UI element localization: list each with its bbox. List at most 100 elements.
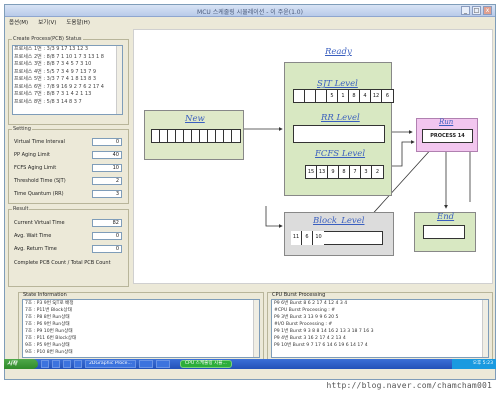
start-button[interactable]: 시작 <box>4 359 38 369</box>
queue-cell: 8 <box>349 90 360 102</box>
run-label: Run <box>439 118 454 126</box>
list-item[interactable]: 프로세스 5번 : 3/3 7 7 4 1 8 13 8 3 <box>13 76 122 84</box>
list-item[interactable]: 프로세스 4번 : 5/5 7 3 4 9 7 13 7 9 <box>13 69 122 77</box>
list-item[interactable]: 프로세스 3번 : 8/8 7 3 4 5 7 3 10 <box>13 61 122 69</box>
create-pcb-title: Create Process(PCB) Status <box>12 36 83 42</box>
setting-title: Setting <box>12 126 32 132</box>
list-item[interactable]: 프로세스 6번 : 7/8 9 16 9 2 7 6 2 17 4 <box>13 84 122 92</box>
queue-cell: 9 <box>328 166 339 178</box>
list-item[interactable]: 프로세스 7번 : 8/8 7 3 1 4 2 1 13 <box>13 91 122 99</box>
taskbar-item[interactable] <box>138 360 153 368</box>
state-info-group: State Information 7초 : P3 9번 SJT로 배정 7초 … <box>18 292 264 360</box>
log-line: 7초 : P11 6번 Block상태 <box>25 336 77 341</box>
taskbar-quick-icon[interactable] <box>52 360 60 368</box>
queue-cell <box>176 130 184 142</box>
close-button[interactable]: x <box>483 6 492 15</box>
pp-aging-limit-input[interactable]: 40 <box>92 151 122 159</box>
rr-queue <box>293 125 385 143</box>
log-line: P9 10번 Burst 9 7 17 6 14 6 19 6 14 17 4 <box>274 343 368 348</box>
left-panel: Create Process(PCB) Status 프로세스 1번 : 3/3… <box>8 27 129 289</box>
setting-group: Setting Virtual Time Interval 0 PP Aging… <box>8 126 129 204</box>
create-pcb-group: Create Process(PCB) Status 프로세스 1번 : 3/3… <box>8 36 129 125</box>
queue-cell <box>168 130 176 142</box>
setting-label: PP Aging Limit <box>14 152 50 158</box>
queue-cell <box>200 130 208 142</box>
list-item[interactable]: 프로세스 1번 : 3/3 9 17 13 12 3 <box>13 46 122 54</box>
window-title: MCU 스케줄링 시뮬레이션 - 이 주윤(1.0) <box>197 9 303 16</box>
queue-cell <box>305 90 316 102</box>
block-queue: 11 6 10 <box>291 231 383 245</box>
block-level-label: Block_Level <box>313 216 365 226</box>
result-row: Avg. Wait Time 0 <box>14 232 122 240</box>
menu-options[interactable]: 옵션(M) <box>9 18 28 26</box>
menu-view[interactable]: 보기(V) <box>38 18 56 26</box>
scheduling-diagram: Ready SJT Level 5 1 8 4 12 6 RR Level FC… <box>133 29 493 284</box>
setting-row: Threshold Time (SJT) 2 <box>14 177 122 185</box>
taskbar-item-active-app[interactable]: CPU 스케줄링 시뮬... <box>179 360 232 368</box>
menu-bar: 옵션(M) 보기(V) 도움말(H) <box>5 17 495 26</box>
pcb-status-list[interactable]: 프로세스 1번 : 3/3 9 17 13 12 3 프로세스 2번 : 8/8… <box>12 45 123 115</box>
end-queue <box>423 225 465 239</box>
result-label: Avg. Return Time <box>14 246 57 252</box>
cpu-burst-scrollbar[interactable] <box>482 300 488 357</box>
avg-return-time-value: 0 <box>92 245 122 253</box>
queue-cell: 6 <box>302 231 313 245</box>
queue-cell: 15 <box>306 166 317 178</box>
ready-label: Ready <box>325 47 352 57</box>
log-line: P9 1번 Burst 9 3 8 8 14 16 2 13 3 18 7 16… <box>274 329 374 334</box>
list-item[interactable]: 프로세스 8번 : 5/8 3 14 8 3 7 <box>13 99 122 107</box>
time-quantum-input[interactable]: 3 <box>92 190 122 198</box>
result-label: Avg. Wait Time <box>14 233 52 239</box>
taskbar-quick-icon[interactable] <box>63 360 71 368</box>
app-window: MCU 스케줄링 시뮬레이션 - 이 주윤(1.0) _ □ x 옵션(M) 보… <box>4 4 496 380</box>
queue-cell <box>208 130 216 142</box>
title-bar[interactable]: MCU 스케줄링 시뮬레이션 - 이 주윤(1.0) _ □ x <box>5 5 495 17</box>
queue-cell <box>152 130 160 142</box>
queue-cell: 6 <box>385 93 390 99</box>
avg-wait-time-value: 0 <box>92 232 122 240</box>
log-line: P9 4번 Burst 3 16 2 17 4 2 13 4 <box>274 336 346 341</box>
setting-row: Time Quantum (RR) 3 <box>14 190 122 198</box>
cpu-burst-group: CPU Burst Processing P9 6번 Burst 8 6 2 1… <box>267 292 493 360</box>
current-virtual-time-value: 82 <box>92 219 122 227</box>
maximize-button[interactable]: □ <box>472 6 481 15</box>
queue-cell <box>184 130 192 142</box>
minimize-button[interactable]: _ <box>461 6 470 15</box>
log-line: #I/O Burst Processing : # <box>274 322 333 327</box>
setting-label: FCFS Aging Limit <box>14 165 57 171</box>
setting-row: FCFS Aging Limit 10 <box>14 164 122 172</box>
end-box: End <box>414 212 476 252</box>
fcfs-queue: 15 13 9 8 7 3 2 <box>305 165 384 179</box>
result-label: Current Virtual Time <box>14 220 65 226</box>
new-label: New <box>185 114 205 124</box>
complete-pcb-count-label: Complete PCB Count / Total PCB Count <box>14 260 111 266</box>
queue-cell <box>224 130 232 142</box>
log-line: 9초 : P5 9번 Run상태 <box>25 343 70 348</box>
log-line: P9 6번 Burst 8 6 2 17 4 12 4 3 4 <box>274 301 348 306</box>
threshold-time-input[interactable]: 2 <box>92 177 122 185</box>
taskbar-item-graphic[interactable]: 2DGraphic Proce... <box>85 360 136 368</box>
sjt-level-label: SJT Level <box>317 79 358 89</box>
queue-cell: 2 <box>375 169 380 175</box>
running-process: PROCESS 14 <box>422 129 473 143</box>
cpu-burst-log[interactable]: P9 6번 Burst 8 6 2 17 4 12 4 3 4 #CPU Bur… <box>271 299 489 358</box>
queue-cell: 5 <box>327 90 338 102</box>
run-box: Run PROCESS 14 <box>416 118 478 152</box>
state-info-log[interactable]: 7초 : P3 9번 SJT로 배정 7초 : P11번 Block상태 7초 … <box>22 299 260 358</box>
list-item[interactable]: 프로세스 2번 : 8/8 7 1 10 1 7 3 13 1 8 <box>13 54 122 62</box>
state-info-scrollbar[interactable] <box>253 300 259 357</box>
fcfs-aging-limit-input[interactable]: 10 <box>92 164 122 172</box>
taskbar-quick-icon[interactable] <box>74 360 82 368</box>
taskbar-item[interactable] <box>155 360 170 368</box>
log-line: P9 3번 Burst 3 13 9 9 6 20 5 <box>274 315 339 320</box>
log-line: 7초 : P9 10번 Run상태 <box>25 329 73 334</box>
log-line: 7초 : P8 8번 Run상태 <box>25 315 70 320</box>
queue-cell <box>232 130 240 142</box>
queue-cell: 1 <box>338 90 349 102</box>
log-line: #CPU Burst Processing : # <box>274 308 336 313</box>
menu-help[interactable]: 도움말(H) <box>66 18 90 26</box>
queue-cell: 7 <box>350 166 361 178</box>
virtual-time-interval-input[interactable]: 0 <box>92 138 122 146</box>
taskbar-quick-icon[interactable] <box>41 360 49 368</box>
list-scrollbar[interactable] <box>116 46 122 114</box>
